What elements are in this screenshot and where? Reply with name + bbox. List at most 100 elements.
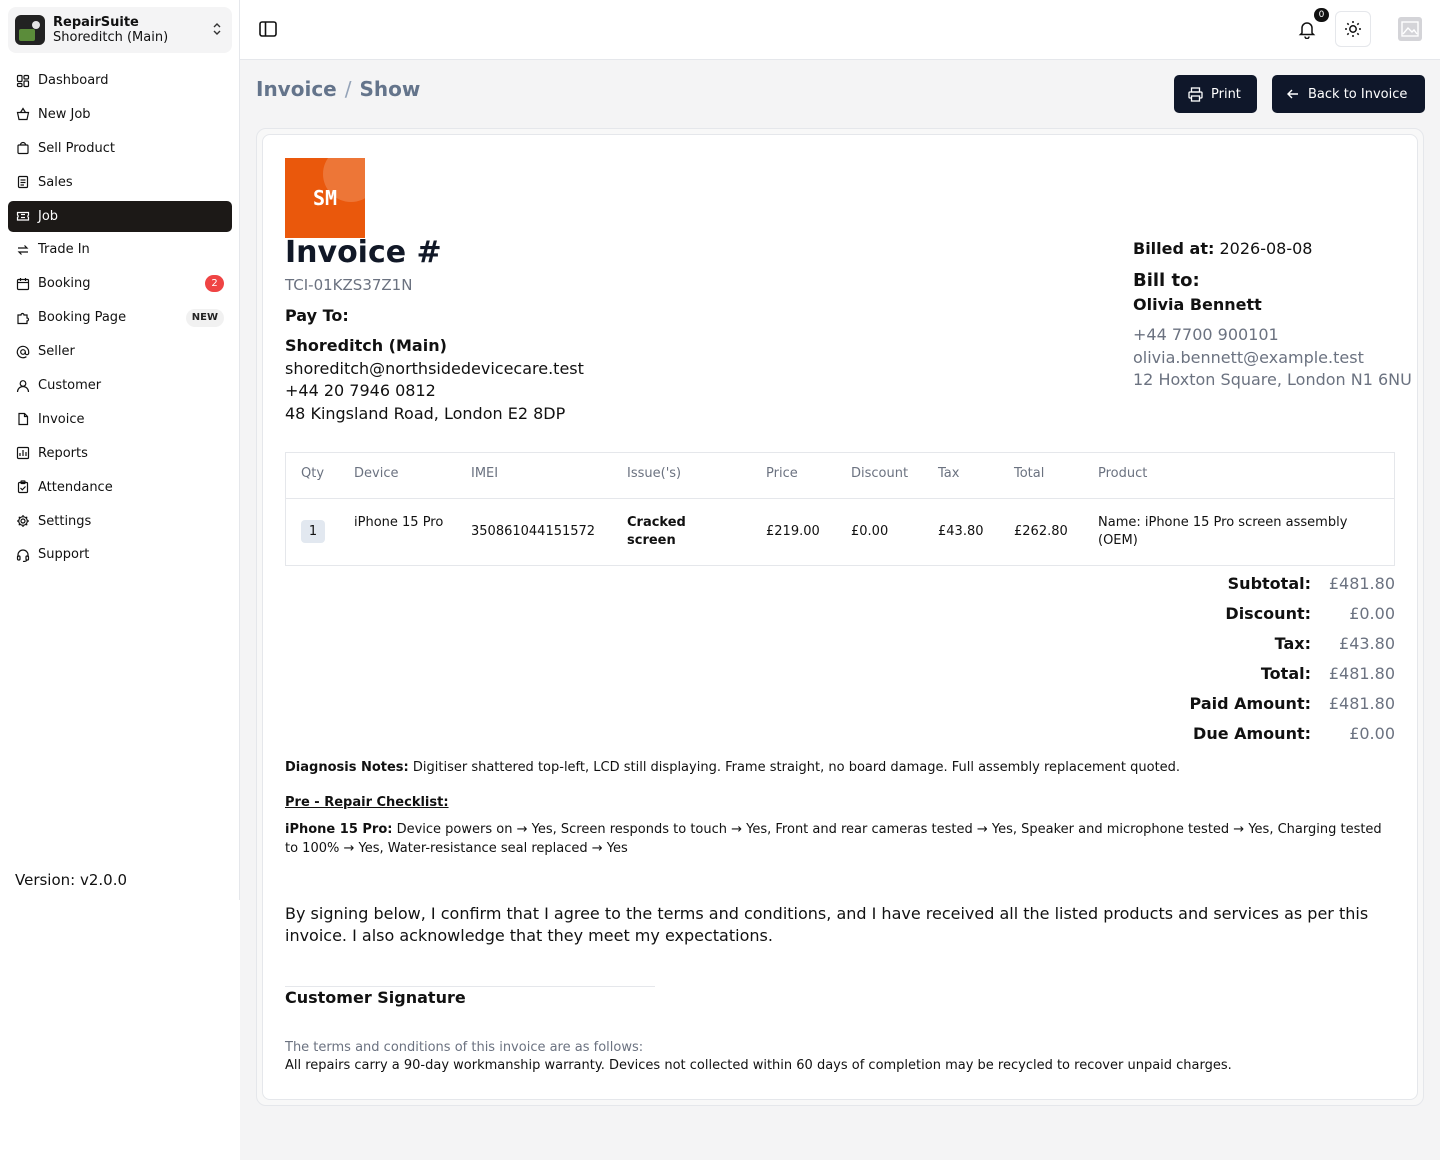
sidebar-item-label: Support xyxy=(38,547,90,563)
ticket-icon xyxy=(16,209,30,223)
total-value: £481.80 xyxy=(1328,664,1395,683)
sidebar-item-label: Attendance xyxy=(38,479,113,495)
booking-count-badge: 2 xyxy=(205,275,224,293)
diagnosis-text: Digitiser shattered top-left, LCD still … xyxy=(412,760,1181,775)
sidebar-item-job[interactable]: Job xyxy=(8,200,232,232)
sidebar-item-label: Dashboard xyxy=(38,73,109,88)
logo-text: SM xyxy=(312,186,338,210)
arrow-left-icon xyxy=(1287,89,1298,99)
dashboard-icon xyxy=(16,74,30,88)
sidebar-item-label: Trade In xyxy=(38,242,90,258)
notification-count: 0 xyxy=(1314,8,1329,22)
due-amount-row: Due Amount: £0.00 xyxy=(1100,724,1395,754)
shopping-bag-icon xyxy=(16,141,30,155)
invoice-title: Invoice # xyxy=(285,235,442,270)
sidebar-nav: Dashboard New Job Sell Product Sales Job Trad… xyxy=(8,65,232,573)
terms-text: All repairs carry a 90-day workmanship w… xyxy=(285,1058,1232,1073)
company-logo: SM xyxy=(285,158,365,238)
col-product: Product xyxy=(1098,466,1148,481)
cell-price: £219.00 xyxy=(766,524,820,539)
sidebar-item-support[interactable]: Support xyxy=(8,539,232,570)
discount-label: Discount: xyxy=(1225,604,1311,623)
due-amount-label: Due Amount: xyxy=(1193,724,1311,743)
checklist-title: Pre - Repair Checklist: xyxy=(285,795,449,810)
breadcrumb-show: Show xyxy=(359,77,421,101)
print-button[interactable]: Print xyxy=(1174,75,1257,113)
col-tax: Tax xyxy=(938,466,960,481)
sidebar-item-attendance[interactable]: Attendance xyxy=(8,472,232,503)
sidebar-item-label: Booking Page xyxy=(38,310,127,326)
pay-to-label: Pay To: xyxy=(285,306,349,325)
checklist-content: iPhone 15 Pro: Device powers on → Yes, S… xyxy=(285,820,1397,858)
exchange-icon xyxy=(16,243,30,257)
back-label: Back to Invoice xyxy=(1308,86,1408,102)
gear-icon xyxy=(16,514,30,528)
sidebar-item-label: Sell Product xyxy=(38,140,115,156)
pay-to-details: Shoreditch (Main) shoreditch@northsidede… xyxy=(285,335,584,426)
sidebar-item-label: Reports xyxy=(38,445,88,461)
subtotal-value: £481.80 xyxy=(1328,574,1395,593)
theme-toggle-button[interactable] xyxy=(1335,11,1371,47)
user-avatar[interactable] xyxy=(1398,17,1422,41)
basket-icon xyxy=(16,107,30,121)
paid-amount-row: Paid Amount: £481.80 xyxy=(1100,694,1395,724)
new-badge: NEW xyxy=(185,309,224,328)
sidebar-item-seller[interactable]: Seller xyxy=(8,336,232,367)
pay-to-address: 48 Kingsland Road, London E2 8DP xyxy=(285,404,566,424)
subtotal-label: Subtotal: xyxy=(1227,574,1311,593)
sidebar-item-label: Settings xyxy=(38,513,92,529)
billed-at-label: Billed at: xyxy=(1133,239,1215,258)
cell-device: iPhone 15 Pro xyxy=(354,515,444,530)
cell-product: Name: iPhone 15 Pro screen assembly (OEM… xyxy=(1098,515,1348,548)
confirmation-text: By signing below, I confirm that I agree… xyxy=(285,904,1369,945)
printer-icon xyxy=(1188,86,1203,102)
bill-to-email: olivia.bennett@example.test xyxy=(1133,347,1364,367)
branch-switcher[interactable]: RepairSuite Shoreditch (Main) xyxy=(8,7,232,53)
cell-total: £262.80 xyxy=(1014,524,1068,539)
bill-to-name: Olivia Bennett xyxy=(1133,295,1262,314)
sidebar-item-dashboard[interactable]: Dashboard xyxy=(8,65,232,96)
col-issues: Issue('s) xyxy=(627,466,682,481)
sidebar: RepairSuite Shoreditch (Main) Dashboard N… xyxy=(0,0,240,900)
sidebar-item-booking[interactable]: Booking 2 xyxy=(8,268,232,299)
sidebar-item-settings[interactable]: Settings xyxy=(8,506,232,537)
pay-to-name: Shoreditch (Main) xyxy=(285,336,447,355)
brand-branch: Shoreditch (Main) xyxy=(53,30,169,45)
back-to-invoice-button[interactable]: Back to Invoice xyxy=(1272,75,1425,113)
sidebar-toggle-icon[interactable] xyxy=(258,19,278,39)
breadcrumb-separator: / xyxy=(344,77,352,101)
bell-icon[interactable] xyxy=(1297,19,1317,40)
col-price: Price xyxy=(766,466,798,481)
sidebar-item-new-job[interactable]: New Job xyxy=(8,99,232,130)
pay-to-email: shoreditch@northsidedevicecare.test xyxy=(285,358,584,378)
puzzle-icon xyxy=(16,311,30,325)
diagnosis-label: Diagnosis Notes: xyxy=(285,760,409,775)
headset-icon xyxy=(16,548,30,562)
sidebar-item-reports[interactable]: Reports xyxy=(8,438,232,469)
sidebar-item-sell-product[interactable]: Sell Product xyxy=(8,133,232,164)
tax-label: Tax: xyxy=(1274,634,1311,653)
tax-value: £43.80 xyxy=(1339,634,1395,653)
breadcrumb-invoice[interactable]: Invoice xyxy=(256,77,337,101)
cell-tax: £43.80 xyxy=(938,524,984,539)
bill-to-details: +44 7700 900101 olivia.bennett@example.t… xyxy=(1133,324,1412,392)
tax-row: Tax: £43.80 xyxy=(1100,634,1395,664)
sidebar-item-label: New Job xyxy=(38,106,91,122)
due-amount-value: £0.00 xyxy=(1349,724,1395,743)
table-row: 1 iPhone 15 Pro 350861044151572 Cracked … xyxy=(286,498,1394,565)
col-device: Device xyxy=(354,466,399,481)
top-bar: 0 xyxy=(240,0,1440,60)
sidebar-item-trade-in[interactable]: Trade In xyxy=(8,234,232,265)
billed-at: Billed at: 2026-08-08 xyxy=(1133,239,1312,258)
print-label: Print xyxy=(1211,86,1241,102)
sidebar-item-booking-page[interactable]: Booking Page NEW xyxy=(8,302,232,333)
sidebar-item-label: Invoice xyxy=(38,411,85,427)
sidebar-item-invoice[interactable]: Invoice xyxy=(8,404,232,435)
version-label: Version: v2.0.0 xyxy=(15,871,128,889)
cell-imei: 350861044151572 xyxy=(471,524,596,539)
checklist-device: iPhone 15 Pro: xyxy=(285,822,393,837)
items-table: Qty Device IMEI Issue('s) Price Discount… xyxy=(285,452,1395,566)
sidebar-item-sales[interactable]: Sales xyxy=(8,167,232,198)
paid-amount-label: Paid Amount: xyxy=(1189,694,1311,713)
sidebar-item-customer[interactable]: Customer xyxy=(8,370,232,401)
